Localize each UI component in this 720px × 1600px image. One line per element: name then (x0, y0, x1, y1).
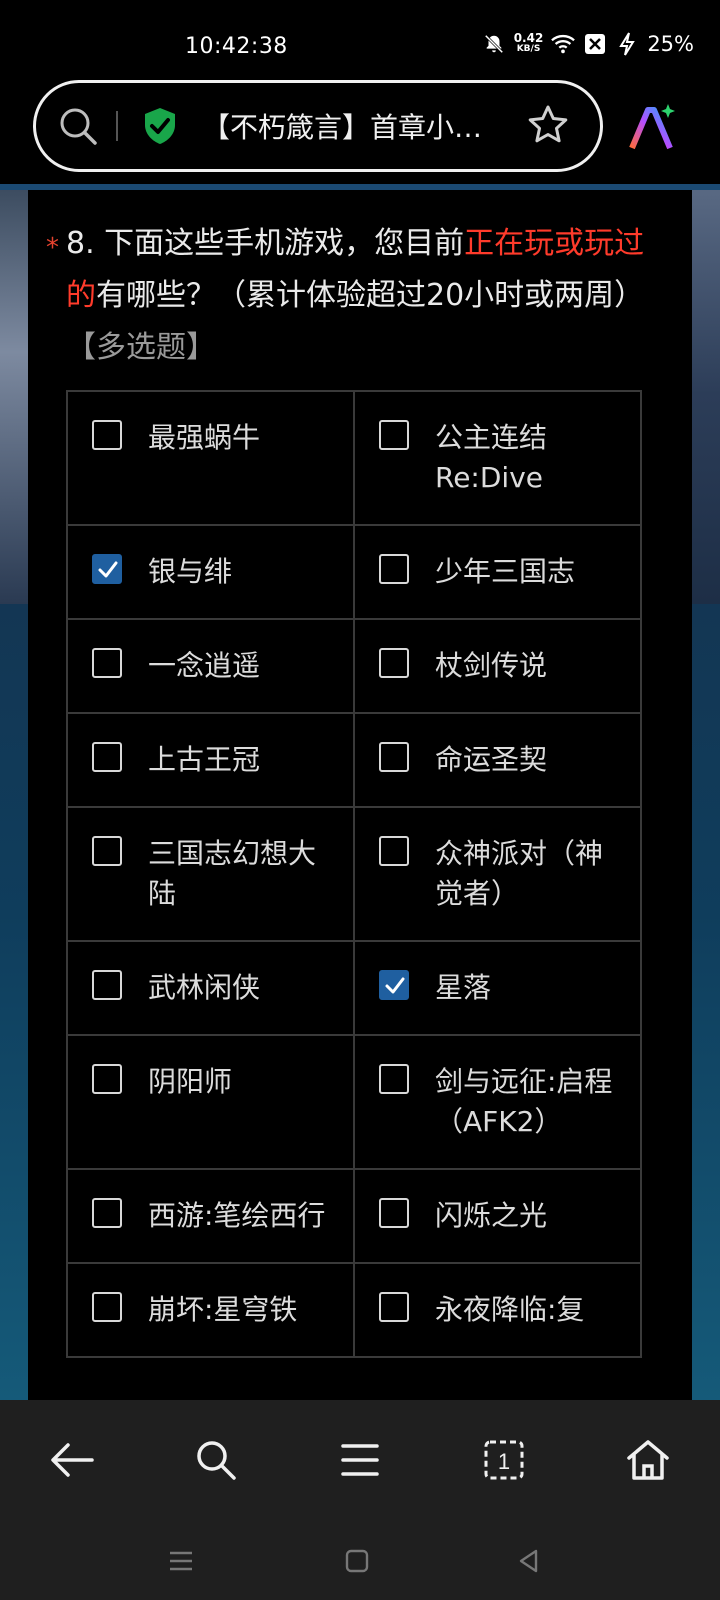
option-checkbox[interactable] (92, 1292, 122, 1322)
option-label: 星落 (435, 971, 492, 1004)
option-checkbox[interactable] (379, 420, 409, 450)
option-checkbox[interactable] (379, 836, 409, 866)
question-number: 8. (66, 226, 95, 261)
option-label: 银与绯 (148, 555, 233, 588)
battery-percent: 25% (647, 32, 694, 56)
option-item[interactable]: 闪烁之光 (355, 1170, 642, 1264)
page-title[interactable]: 【不朽箴言】首章小… (202, 106, 502, 146)
option-checkbox[interactable] (92, 836, 122, 866)
option-checkbox[interactable] (379, 970, 409, 1000)
net-speed: 0.42 KB/S (513, 31, 544, 55)
option-label: 少年三国志 (435, 555, 576, 588)
wifi-icon (551, 32, 576, 56)
home-button-icon[interactable] (340, 1544, 374, 1578)
option-label: 西游:笔绘西行 (148, 1199, 326, 1232)
option-checkbox[interactable] (379, 1198, 409, 1228)
option-item[interactable]: 公主连结Re:Dive (355, 392, 642, 526)
star-icon[interactable] (526, 103, 570, 147)
status-time: 10:42:38 (185, 34, 288, 59)
ai-assistant-icon[interactable] (624, 100, 680, 156)
option-label: 闪烁之光 (435, 1199, 548, 1232)
option-item[interactable]: 杖剑传说 (355, 620, 642, 714)
option-checkbox[interactable] (379, 648, 409, 678)
option-item[interactable]: 永夜降临:复 (355, 1264, 642, 1358)
sim-x-icon (583, 32, 607, 56)
option-label: 剑与远征:启程（AFK2） (435, 1065, 613, 1138)
tabs-icon[interactable]: 1 (474, 1430, 534, 1490)
option-item[interactable]: 阴阳师 (68, 1036, 355, 1170)
option-item[interactable]: 上古王冠 (68, 714, 355, 808)
option-label: 公主连结Re:Dive (435, 421, 548, 494)
option-checkbox[interactable] (92, 648, 122, 678)
background-art-right (692, 184, 720, 604)
bell-off-icon (482, 32, 506, 56)
system-nav-bar (0, 1520, 720, 1600)
option-item[interactable]: 最强蜗牛 (68, 392, 355, 526)
option-checkbox[interactable] (92, 742, 122, 772)
background-art-left (0, 184, 28, 604)
option-checkbox[interactable] (92, 1064, 122, 1094)
charging-icon (615, 32, 639, 56)
recent-apps-icon[interactable] (164, 1544, 198, 1578)
question-text-after: 有哪些？（累计体验超过20小时或两周） (96, 278, 645, 313)
option-item[interactable]: 命运圣契 (355, 714, 642, 808)
option-checkbox[interactable] (379, 554, 409, 584)
back-arrow-icon[interactable] (42, 1430, 102, 1490)
option-label: 阴阳师 (148, 1065, 233, 1098)
option-item[interactable]: 少年三国志 (355, 526, 642, 620)
home-icon[interactable] (618, 1430, 678, 1490)
question-type-tag: 【多选题】 (66, 330, 216, 365)
option-checkbox[interactable] (379, 1064, 409, 1094)
search-icon[interactable] (56, 104, 100, 148)
option-checkbox[interactable] (379, 742, 409, 772)
option-label: 杖剑传说 (435, 649, 548, 682)
option-item[interactable]: 星落 (355, 942, 642, 1036)
divider (116, 111, 118, 141)
browser-bottom-nav: 1 (0, 1400, 720, 1520)
address-bar[interactable]: 【不朽箴言】首章小… (33, 80, 603, 172)
search-icon[interactable] (186, 1430, 246, 1490)
option-item[interactable]: 三国志幻想大陆 (68, 808, 355, 942)
option-item[interactable]: 银与绯 (68, 526, 355, 620)
back-button-icon[interactable] (512, 1544, 546, 1578)
option-label: 命运圣契 (435, 743, 548, 776)
option-item[interactable]: 众神派对（神觉者） (355, 808, 642, 942)
menu-icon[interactable] (330, 1430, 390, 1490)
option-label: 永夜降临:复 (435, 1293, 585, 1326)
tabs-count: 1 (498, 1449, 510, 1474)
option-item[interactable]: 崩坏:星穹铁 (68, 1264, 355, 1358)
option-checkbox[interactable] (92, 554, 122, 584)
option-checkbox[interactable] (92, 420, 122, 450)
option-item[interactable]: 一念逍遥 (68, 620, 355, 714)
options-grid: 最强蜗牛 公主连结Re:Dive 银与绯 少年三国志一念逍遥 杖剑传说上古王冠 命运圣契三… (66, 390, 642, 1358)
option-checkbox[interactable] (379, 1292, 409, 1322)
required-mark: * (46, 233, 59, 263)
question-text-before: 下面这些手机游戏，您目前 (104, 226, 465, 261)
option-item[interactable]: 西游:笔绘西行 (68, 1170, 355, 1264)
net-speed-value: 0.42 (513, 31, 544, 45)
status-bar: 10:42:38 0.42 KB/S 25% (0, 0, 720, 80)
option-item[interactable]: 剑与远征:启程（AFK2） (355, 1036, 642, 1170)
question-card: * 8. 下面这些手机游戏，您目前正在玩或玩过的有哪些？（累计体验超过20小时或… (28, 190, 692, 1400)
net-speed-unit: KB/S (516, 44, 541, 54)
status-icons: 0.42 KB/S 25% (482, 32, 694, 56)
option-label: 众神派对（神觉者） (435, 837, 604, 910)
option-label: 上古王冠 (148, 743, 261, 776)
option-item[interactable]: 武林闲侠 (68, 942, 355, 1036)
option-checkbox[interactable] (92, 1198, 122, 1228)
option-label: 崩坏:星穹铁 (148, 1293, 298, 1326)
option-checkbox[interactable] (92, 970, 122, 1000)
option-label: 最强蜗牛 (148, 421, 261, 454)
option-label: 武林闲侠 (148, 971, 261, 1004)
option-label: 一念逍遥 (148, 649, 261, 682)
option-label: 三国志幻想大陆 (148, 837, 317, 910)
shield-check-icon[interactable] (140, 106, 180, 146)
question-text: * 8. 下面这些手机游戏，您目前正在玩或玩过的有哪些？（累计体验超过20小时或… (46, 218, 666, 374)
